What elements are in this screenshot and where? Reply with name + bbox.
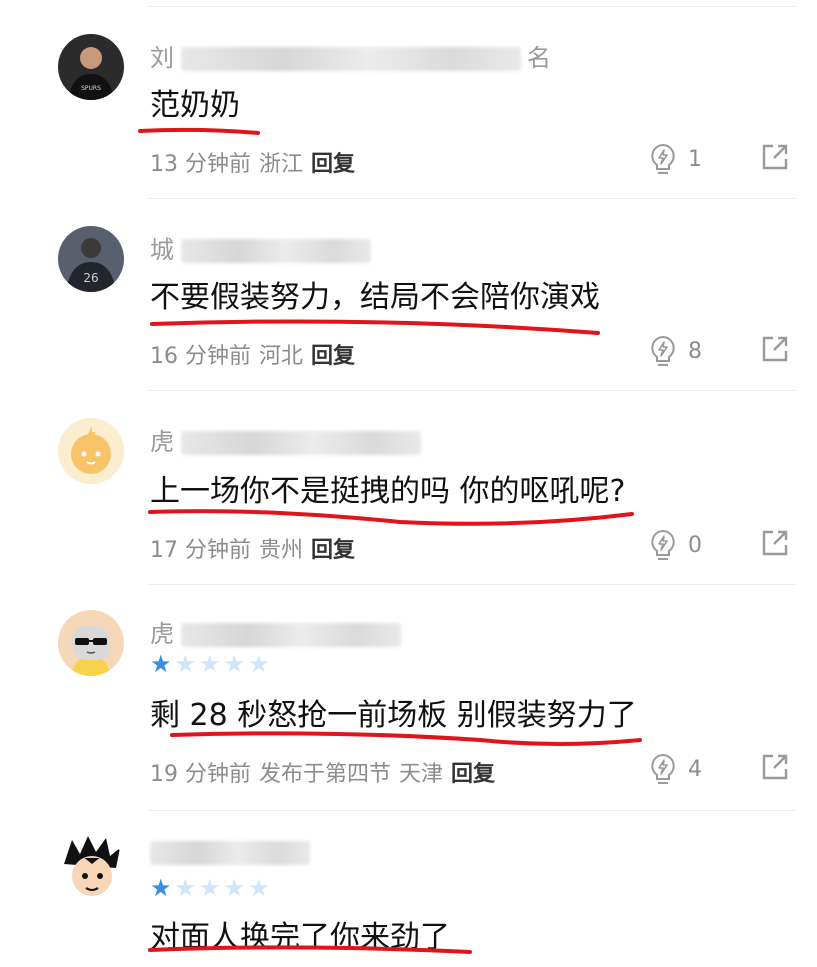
comment-location: 贵州 (259, 538, 304, 563)
reply-button[interactable]: 回复 (311, 152, 355, 177)
like-count: 8 (688, 338, 702, 364)
star-icon: ★ (223, 874, 246, 902)
comment-text: 上一场你不是挺拽的吗 你的呕吼呢? (150, 474, 626, 509)
lightbulb-icon (651, 529, 675, 560)
comment-time: 16 分钟前 (150, 344, 251, 369)
top-divider (148, 6, 796, 7)
underline-stroke (170, 731, 642, 746)
star-icon: ★ (150, 874, 172, 902)
like-button[interactable]: 4 (648, 752, 702, 786)
star-icon: ★ (223, 650, 246, 678)
comment-location: 天津 (399, 762, 444, 787)
comment-time: 19 分钟前 (150, 762, 251, 787)
goku-avatar-icon[interactable] (58, 834, 124, 900)
comment-section: 发布于第四节 (259, 762, 392, 787)
share-icon[interactable] (760, 752, 790, 782)
reply-button[interactable]: 回复 (311, 344, 355, 369)
star-icon: ★ (248, 874, 270, 902)
like-button[interactable]: 8 (648, 334, 702, 368)
star-icon: ★ (199, 874, 221, 902)
username (150, 838, 316, 866)
like-button[interactable]: 0 (648, 528, 702, 562)
comment-text: 剩 28 秒怒抢一前场板 别假装努力了 (150, 698, 637, 733)
username: 虎 (150, 422, 427, 457)
star-icon: ★ (199, 650, 221, 678)
star-icon: ★ (150, 650, 172, 678)
comment-divider (148, 584, 796, 585)
lightbulb-icon (651, 143, 675, 174)
underline-stroke (148, 509, 634, 526)
rating-stars: ★ ★ ★ ★ ★ (150, 876, 273, 900)
comment-meta: 16 分钟前 河北 回复 (150, 338, 355, 370)
comment-time: 13 分钟前 (150, 152, 251, 177)
comment-location: 河北 (259, 344, 304, 369)
reply-button[interactable]: 回复 (451, 762, 495, 787)
comment-divider (148, 390, 796, 391)
comment-meta: 19 分钟前 发布于第四节 天津 回复 (150, 756, 495, 788)
comment-time: 17 分钟前 (150, 538, 251, 563)
share-icon[interactable] (760, 142, 790, 172)
username: 虎 (150, 614, 407, 649)
like-count: 4 (688, 756, 702, 782)
like-count: 1 (688, 146, 702, 172)
comment-location: 浙江 (259, 152, 304, 177)
username: 刘名 (150, 44, 552, 72)
share-icon[interactable] (760, 528, 790, 558)
comment-text: 对面人换完了你来劲了 (150, 920, 450, 955)
share-icon[interactable] (760, 334, 790, 364)
like-count: 0 (688, 532, 702, 558)
underline-stroke (138, 127, 260, 135)
lightbulb-icon (651, 753, 675, 784)
comment-text: 不要假装努力，结局不会陪你演戏 (150, 280, 600, 315)
star-icon: ★ (174, 874, 197, 902)
reply-button[interactable]: 回复 (311, 538, 355, 563)
comment-divider (148, 810, 796, 811)
comment-divider (148, 198, 796, 199)
comment-meta: 17 分钟前 贵州 回复 (150, 532, 355, 564)
player-26-avatar-icon[interactable]: 26 (58, 226, 124, 292)
cartoon-face-avatar-icon[interactable] (58, 418, 124, 484)
comment-meta: 13 分钟前 浙江 回复 (150, 146, 355, 178)
underline-stroke (150, 319, 600, 335)
svg-text:SPURS: SPURS (81, 85, 101, 92)
cool-glasses-avatar-icon[interactable] (58, 610, 124, 676)
star-icon: ★ (174, 650, 197, 678)
lightbulb-icon (651, 335, 675, 366)
player-avatar-icon[interactable]: SPURS (58, 34, 124, 100)
star-icon: ★ (248, 650, 270, 678)
rating-stars: ★ ★ ★ ★ ★ (150, 652, 273, 676)
username: 城 (150, 230, 377, 265)
comment-text: 范奶奶 (150, 88, 240, 123)
svg-text:26: 26 (83, 271, 98, 285)
like-button[interactable]: 1 (648, 142, 702, 176)
